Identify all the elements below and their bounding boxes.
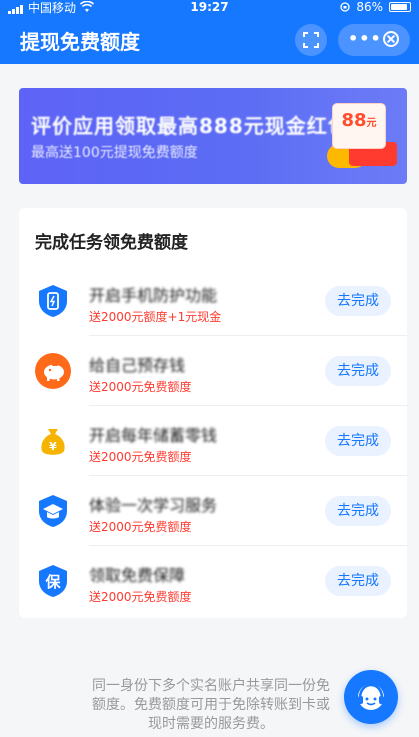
piggy-bank-icon xyxy=(35,353,71,389)
task-reward: 送2000元免费额度 xyxy=(89,520,192,534)
rotation-lock-icon xyxy=(340,2,350,12)
task-reward: 送2000元免费额度 xyxy=(89,450,192,464)
task-item-savings: 给自己预存钱 送2000元免费额度 去完成 xyxy=(19,336,407,406)
footer-line: 现时需要的服务费。 xyxy=(148,716,274,732)
coupon-card: 88元 xyxy=(333,104,385,148)
customer-service-button[interactable] xyxy=(344,670,398,724)
go-complete-button[interactable]: 去完成 xyxy=(325,356,391,386)
task-item-education: 体验一次学习服务 送2000元免费额度 去完成 xyxy=(19,476,407,546)
headset-icon xyxy=(358,683,384,710)
status-bar: 中国移动 19:27 86% xyxy=(0,0,419,15)
go-complete-button[interactable]: 去完成 xyxy=(325,426,391,456)
banner-subline: 最高送100元提现免费额度 xyxy=(31,145,198,161)
graduation-shield-icon xyxy=(35,493,71,529)
page-title: 提现免费额度 xyxy=(20,30,140,54)
go-complete-button[interactable]: 去完成 xyxy=(325,566,391,596)
close-button[interactable] xyxy=(383,31,399,47)
mini-program-capsule: ••• xyxy=(338,24,410,56)
task-item-insurance: 保 领取免费保障 送2000元免费额度 去完成 xyxy=(19,546,407,616)
money-bag-icon: ¥ xyxy=(35,423,71,459)
scan-button[interactable] xyxy=(295,24,327,56)
go-complete-button[interactable]: 去完成 xyxy=(325,286,391,316)
coupon-amount: 88 xyxy=(341,110,367,131)
tasks-card-title: 完成任务领免费额度 xyxy=(35,233,188,253)
banner-headline: 评价应用领取最高888元现金红包 xyxy=(31,114,349,138)
scan-icon xyxy=(303,32,319,48)
more-button[interactable]: ••• xyxy=(348,24,381,56)
footer-line: 同一身份下多个实名账户共享同一份免 xyxy=(92,678,330,694)
task-name: 给自己预存钱 xyxy=(89,356,186,375)
task-name: 体验一次学习服务 xyxy=(89,496,218,515)
promo-banner[interactable]: 评价应用领取最高888元现金红包 最高送100元提现免费额度 88元 xyxy=(19,88,407,184)
task-item-phone-protection: 开启手机防护功能 送2000元额度+1元现金 去完成 xyxy=(19,266,407,336)
nav-bar: 提现免费额度 ••• xyxy=(0,14,419,64)
svg-text:¥: ¥ xyxy=(49,440,57,453)
task-reward: 送2000元额度+1元现金 xyxy=(89,310,222,324)
battery-icon xyxy=(389,2,411,12)
task-name: 开启手机防护功能 xyxy=(89,286,218,305)
svg-text:保: 保 xyxy=(44,573,61,591)
task-name: 开启每年储蓄零钱 xyxy=(89,426,218,445)
shield-phone-icon xyxy=(35,283,71,319)
insurance-shield-icon: 保 xyxy=(35,563,71,599)
footer-line: 额度。免费额度可用于免除转账到卡或 xyxy=(92,697,330,713)
footer-note: 同一身份下多个实名账户共享同一份免 额度。免费额度可用于免除转账到卡或 现时需要… xyxy=(56,677,366,734)
task-name: 领取免费保障 xyxy=(89,566,186,585)
task-item-yearly-saving: ¥ 开启每年储蓄零钱 送2000元免费额度 去完成 xyxy=(19,406,407,476)
coupon-unit: 元 xyxy=(366,118,377,129)
tasks-card: 完成任务领免费额度 开启手机防护功能 送2000元额度+1元现金 去完成 给自己… xyxy=(19,208,407,618)
task-reward: 送2000元免费额度 xyxy=(89,380,192,394)
task-reward: 送2000元免费额度 xyxy=(89,590,192,604)
go-complete-button[interactable]: 去完成 xyxy=(325,496,391,526)
battery-percent: 86% xyxy=(356,0,383,14)
